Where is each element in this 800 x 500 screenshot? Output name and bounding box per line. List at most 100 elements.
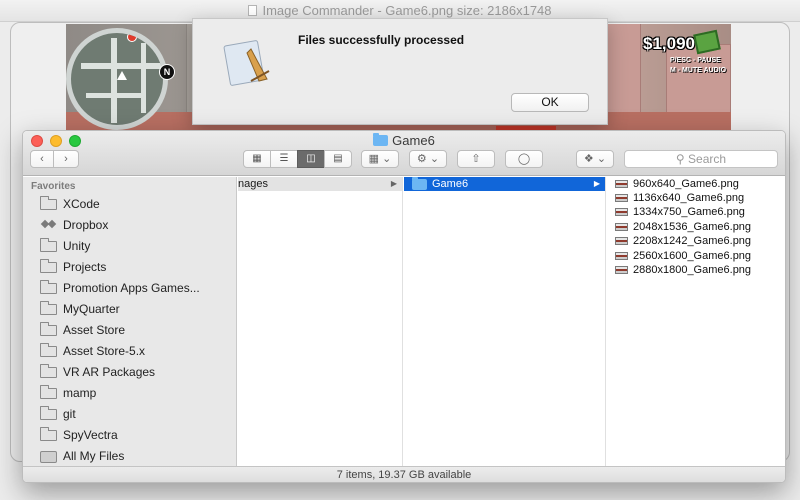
sidebar-item-xcode[interactable]: XCode xyxy=(23,194,237,215)
sidebar-item-label: Projects xyxy=(63,260,107,274)
tag-button[interactable]: ◯ xyxy=(505,150,543,168)
chevron-right-icon: › xyxy=(64,153,68,165)
map-road xyxy=(141,43,146,113)
column-view-button[interactable]: ◫ xyxy=(297,150,325,168)
sidebar-item-label: VR AR Packages xyxy=(63,365,156,379)
action-button[interactable]: ⚙ ⌄ xyxy=(409,150,447,168)
chevron-down-icon: ⌄ xyxy=(596,153,607,165)
grid-icon: ▦ xyxy=(252,153,262,164)
sidebar-item-projects[interactable]: Projects xyxy=(23,257,237,278)
player-arrow-icon xyxy=(117,71,127,80)
folder-icon xyxy=(40,427,57,441)
file-name: 960x640_Game6.png xyxy=(633,178,739,190)
sidebar-item-label: MyQuarter xyxy=(63,302,120,316)
column-item-label: Game6 xyxy=(432,178,469,190)
folder-icon xyxy=(40,280,57,294)
dropbox-icon: ❖ xyxy=(583,153,594,165)
sidebar-item-dropbox[interactable]: Dropbox xyxy=(23,215,237,236)
sidebar-item-asset-store-5x[interactable]: Asset Store-5.x xyxy=(23,341,237,362)
folder-icon xyxy=(40,343,57,357)
file-item[interactable]: 2208x1242_Game6.png xyxy=(607,234,785,248)
sidebar-item-label: Dropbox xyxy=(63,218,109,232)
search-icon: ⚲ xyxy=(675,152,685,166)
sidebar: Favorites XCode Dropbox Unity Projects P… xyxy=(23,177,237,466)
view-mode-group: ▦ ☰ ◫ ▤ xyxy=(243,150,355,168)
sidebar-item-label: SpyVectra xyxy=(63,428,118,442)
document-icon xyxy=(248,5,258,16)
chevron-down-icon: ⌄ xyxy=(429,153,440,165)
map-road xyxy=(81,63,161,69)
share-icon: ⇧ xyxy=(471,153,481,165)
alert-dialog: Files successfully processed OK xyxy=(192,18,608,125)
sidebar-item-myquarter[interactable]: MyQuarter xyxy=(23,299,237,320)
map-road xyxy=(86,93,146,98)
cover-flow-icon: ▤ xyxy=(333,153,343,164)
file-name: 2560x1600_Game6.png xyxy=(633,250,752,262)
finder-title: Game6 xyxy=(23,133,785,148)
north-indicator: N xyxy=(159,64,175,80)
browser-column-3: 960x640_Game6.png 1136x640_Game6.png 133… xyxy=(607,177,785,466)
sidebar-item-label: Promotion Apps Games... xyxy=(63,281,200,295)
arrange-button[interactable]: ▦ ⌄ xyxy=(361,150,399,168)
sidebar-item-spyvectra[interactable]: SpyVectra xyxy=(23,425,237,446)
folder-icon xyxy=(373,133,389,146)
folder-icon xyxy=(40,259,57,273)
folder-icon xyxy=(40,322,57,336)
file-item[interactable]: 2560x1600_Game6.png xyxy=(607,249,785,263)
file-name: 2048x1536_Game6.png xyxy=(633,221,752,233)
app-title-text: Image Commander - Game6.png size: 2186x1… xyxy=(262,3,552,18)
finder-window: Game6 ‹ › ▦ ☰ ◫ ▤ ▦ ⌄ ⚙ ⌄ ⇧ ◯ ❖ ⌄ ⚲ Sear… xyxy=(22,130,786,483)
sidebar-item-promotion[interactable]: Promotion Apps Games... xyxy=(23,278,237,299)
all-files-icon xyxy=(40,451,57,463)
file-item[interactable]: 2880x1800_Game6.png xyxy=(607,263,785,277)
finder-toolbar: Game6 ‹ › ▦ ☰ ◫ ▤ ▦ ⌄ ⚙ ⌄ ⇧ ◯ ❖ ⌄ ⚲ Sear… xyxy=(23,131,785,176)
cover-flow-button[interactable]: ▤ xyxy=(324,150,352,168)
share-button[interactable]: ⇧ xyxy=(457,150,495,168)
tag-icon: ◯ xyxy=(517,153,531,165)
favorites-heading: Favorites xyxy=(31,181,76,192)
sidebar-item-label: mamp xyxy=(63,386,97,400)
icon-view-button[interactable]: ▦ xyxy=(243,150,271,168)
file-name: 1136x640_Game6.png xyxy=(633,192,745,204)
list-icon: ☰ xyxy=(279,153,289,164)
folder-icon xyxy=(40,406,57,420)
minimap xyxy=(66,28,168,130)
hud-pause-hint: P/ESC - PAUSE xyxy=(670,57,721,64)
folder-icon xyxy=(40,385,57,399)
sidebar-item-label: Unity xyxy=(63,239,91,253)
browser-column-1: nages ▶ xyxy=(238,177,403,466)
image-file-icon xyxy=(615,223,628,231)
file-item[interactable]: 1334x750_Game6.png xyxy=(607,205,785,219)
image-file-icon xyxy=(615,237,628,245)
sidebar-item-vr-ar-packages[interactable]: VR AR Packages xyxy=(23,362,237,383)
column-item-game6[interactable]: Game6 ▶ xyxy=(404,177,605,191)
hud-mute-hint: M - MUTE AUDIO xyxy=(670,67,727,74)
ok-button[interactable]: OK xyxy=(511,93,589,112)
file-item[interactable]: 1136x640_Game6.png xyxy=(607,191,785,205)
column-item[interactable]: nages ▶ xyxy=(238,177,402,191)
list-view-button[interactable]: ☰ xyxy=(270,150,298,168)
map-marker-icon xyxy=(127,33,137,42)
file-item[interactable]: 2048x1536_Game6.png xyxy=(607,220,785,234)
back-button[interactable]: ‹ xyxy=(30,150,54,168)
sidebar-item-unity[interactable]: Unity xyxy=(23,236,237,257)
folder-icon xyxy=(412,177,427,190)
disclosure-arrow-icon: ▶ xyxy=(593,179,600,188)
gear-icon: ⚙ xyxy=(416,153,427,165)
disclosure-arrow-icon: ▶ xyxy=(390,179,397,188)
browser-column-2: Game6 ▶ xyxy=(404,177,606,466)
file-name: 2208x1242_Game6.png xyxy=(633,235,752,247)
folder-icon xyxy=(40,364,57,378)
sidebar-item-mamp[interactable]: mamp xyxy=(23,383,237,404)
sidebar-item-git[interactable]: git xyxy=(23,404,237,425)
dropbox-menu-button[interactable]: ❖ ⌄ xyxy=(576,150,614,168)
file-name: 1334x750_Game6.png xyxy=(633,206,745,218)
file-item[interactable]: 960x640_Game6.png xyxy=(607,177,785,191)
search-input[interactable]: ⚲ Search xyxy=(624,150,778,168)
sidebar-item-asset-store[interactable]: Asset Store xyxy=(23,320,237,341)
map-road xyxy=(111,38,117,123)
column-item-label: nages xyxy=(238,178,268,190)
finder-title-text: Game6 xyxy=(392,133,435,148)
sidebar-item-all-my-files[interactable]: All My Files xyxy=(23,446,237,467)
forward-button[interactable]: › xyxy=(54,150,79,168)
